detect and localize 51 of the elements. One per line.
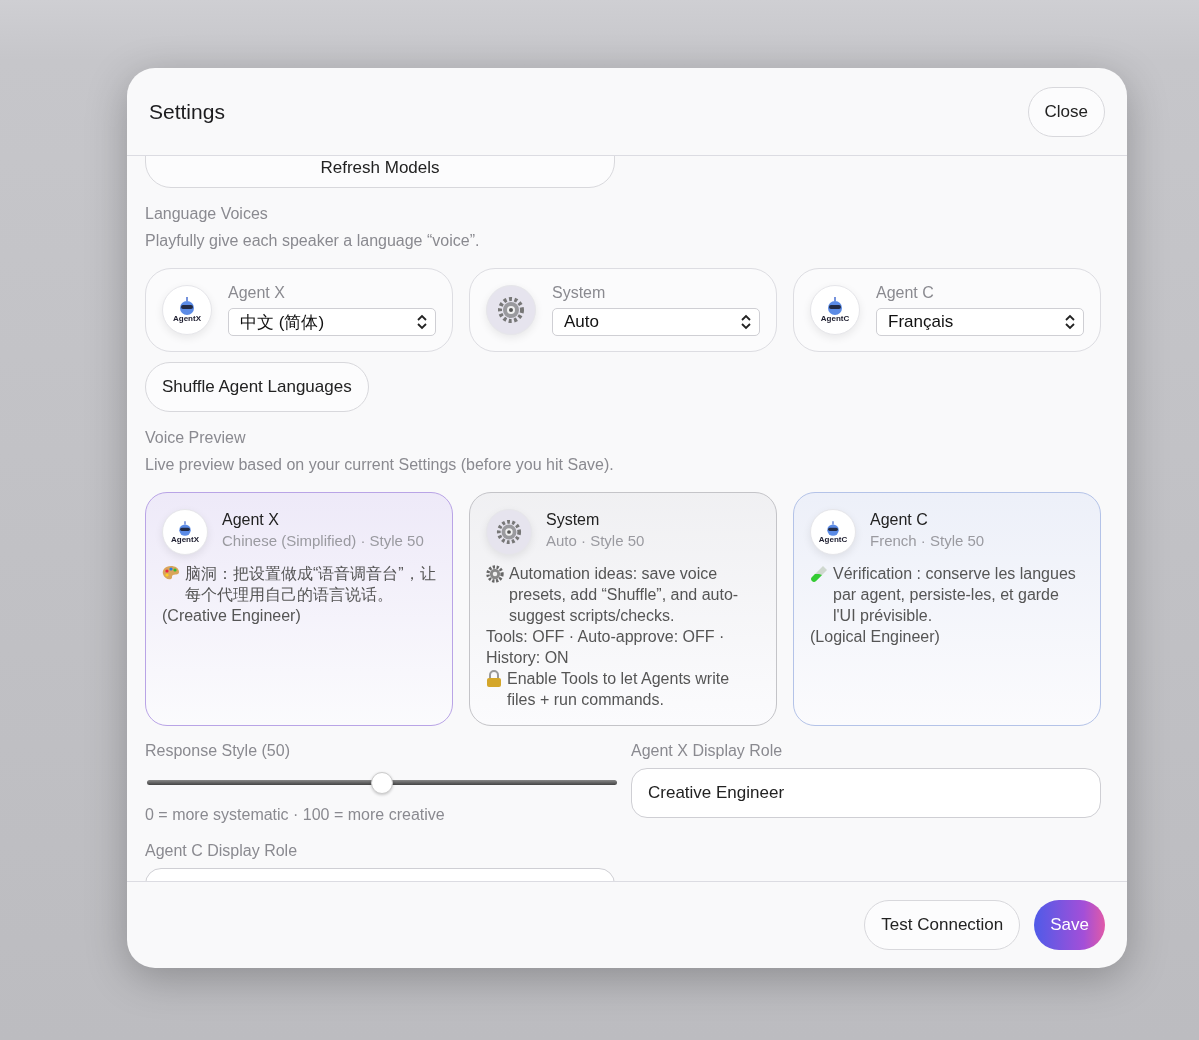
save-button[interactable]: Save [1034,900,1105,950]
test-tube-icon [810,565,828,583]
preview-text: Enable Tools to let Agents write files + run commands. [507,669,731,710]
shuffle-button[interactable]: Shuffle Agent Languages [145,362,369,412]
preview-text: (Logical Engineer) [810,627,940,647]
preview-text: (Creative Engineer) [162,606,301,626]
robot-icon [824,520,842,536]
preview-text: Tools: OFF · Auto-approve: OFF · History: ON [486,627,726,668]
avatar-label: AgentC [818,535,848,544]
preview-text: Automation ideas: save voice presets, add “Shuffle”, and auto-suggest scripts/checks. [509,564,740,626]
chevron-updown-icon [1065,314,1075,330]
speaker-name: Agent X [222,511,280,529]
speaker-subtitle: French · Style 50 [870,532,985,549]
field-label: Agent C Display Role [145,842,299,860]
gear-icon [497,296,525,324]
chevron-updown-icon [417,314,427,330]
language-select[interactable]: Français [876,308,1084,336]
speaker-subtitle: Auto · Style 50 [546,532,645,549]
lock-icon [486,670,502,688]
robot-icon [176,520,194,536]
slider-thumb[interactable] [371,772,393,794]
language-select[interactable]: Auto [552,308,760,336]
slider-track[interactable] [147,772,617,794]
palette-icon [162,565,180,581]
avatar-label: AgentX [171,535,199,544]
language-select[interactable]: 中文 (简体) [228,308,436,336]
input-field[interactable]: Creative Engineer [631,768,1101,818]
slider-hint: 0 = more systematic · 100 = more creative [145,806,446,824]
speaker-name: System [552,284,607,302]
dialog-title: Settings [149,99,225,124]
gear-icon [486,565,504,583]
speaker-name: Agent X [228,284,286,302]
field-label: Response Style (50) [145,742,291,760]
gear-icon [496,519,522,545]
field-label: Agent X Display Role [631,742,784,760]
test-connection-button[interactable]: Test Connection [864,900,1021,950]
preview-text: 脑洞：把设置做成“语音调音台”，让每个代理用自己的语言说话。 [185,564,436,605]
section-title: Language Voices [145,205,269,223]
section-title: Voice Preview [145,429,247,447]
speaker-name: Agent C [876,284,935,302]
avatar-label: AgentC [820,315,850,323]
section-description: Live preview based on your current Settings (before you hit Save). [145,456,615,474]
close-button[interactable]: Close [1027,86,1105,137]
preview-text: Vérification : conserve les langues par agent, persiste-les, et garde l'UI prévisible. [833,564,1077,626]
speaker-name: System [546,511,601,529]
avatar-label: AgentX [173,315,201,323]
section-description: Playfully give each speaker a language “voice”. [145,232,481,250]
refresh-models-button[interactable]: Refresh Models [145,156,615,188]
chevron-updown-icon [741,314,751,330]
speaker-subtitle: Chinese (Simplified) · Style 50 [222,532,424,549]
speaker-name: Agent C [870,511,929,529]
